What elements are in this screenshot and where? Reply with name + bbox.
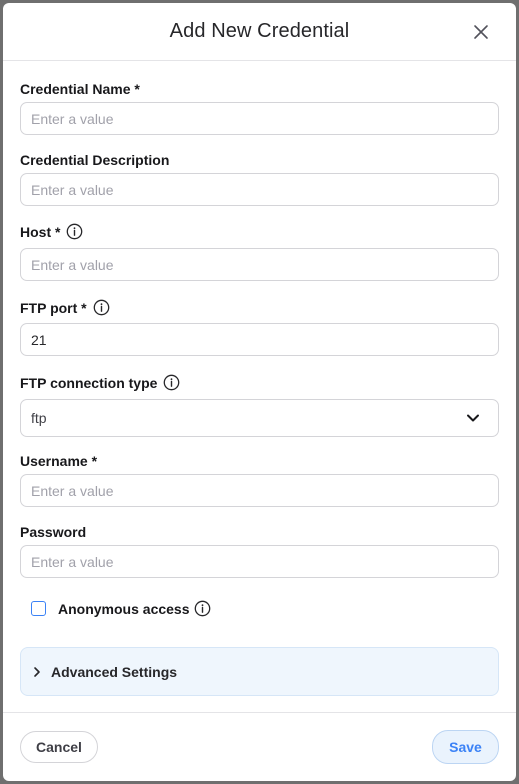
- cancel-button[interactable]: Cancel: [20, 731, 98, 763]
- username-label: Username *: [20, 453, 97, 469]
- chevron-right-icon: [34, 667, 40, 677]
- ftp-connection-type-label-text: FTP connection type: [20, 374, 158, 391]
- ftp-port-label-text: FTP port *: [20, 299, 87, 316]
- credential-description-label-text: Credential Description: [20, 152, 170, 168]
- host-input[interactable]: [20, 248, 499, 281]
- credential-name-label-text: Credential Name *: [20, 81, 140, 97]
- ftp-connection-type-select[interactable]: ftp: [20, 399, 499, 437]
- anonymous-access-checkbox[interactable]: [31, 601, 46, 616]
- credential-description-label: Credential Description: [20, 152, 169, 168]
- advanced-settings-toggle[interactable]: Advanced Settings: [20, 647, 499, 696]
- ftp-connection-type-value: ftp: [31, 410, 47, 426]
- info-icon[interactable]: [163, 374, 180, 391]
- info-icon[interactable]: [66, 223, 83, 240]
- ftp-port-label: FTP port *: [20, 299, 110, 316]
- host-label-text: Host *: [20, 223, 61, 240]
- username-label-text: Username *: [20, 453, 98, 469]
- chevron-down-icon: [467, 414, 479, 422]
- password-input[interactable]: [20, 545, 499, 578]
- ftp-port-input[interactable]: [20, 323, 499, 356]
- add-credential-dialog: Add New Credential Credential Name * Cre…: [3, 3, 516, 781]
- username-input[interactable]: [20, 474, 499, 507]
- info-icon[interactable]: [194, 600, 211, 617]
- close-icon: [474, 25, 488, 39]
- dialog-title: Add New Credential: [169, 20, 350, 42]
- footer-divider: [3, 712, 516, 713]
- credential-description-input[interactable]: [20, 173, 499, 206]
- host-label: Host *: [20, 223, 83, 240]
- dialog-header: Add New Credential: [3, 3, 516, 61]
- credential-name-label: Credential Name *: [20, 81, 140, 97]
- info-icon[interactable]: [93, 299, 110, 316]
- password-label-text: Password: [20, 524, 87, 540]
- anonymous-access-option[interactable]: Anonymous access: [31, 600, 211, 617]
- password-label: Password: [20, 524, 86, 540]
- ftp-connection-type-label: FTP connection type: [20, 374, 180, 391]
- credential-name-input[interactable]: [20, 102, 499, 135]
- advanced-settings-label: Advanced Settings: [51, 664, 178, 680]
- anonymous-access-label: Anonymous access: [58, 600, 190, 617]
- close-button[interactable]: [472, 23, 490, 41]
- save-button[interactable]: Save: [432, 730, 499, 764]
